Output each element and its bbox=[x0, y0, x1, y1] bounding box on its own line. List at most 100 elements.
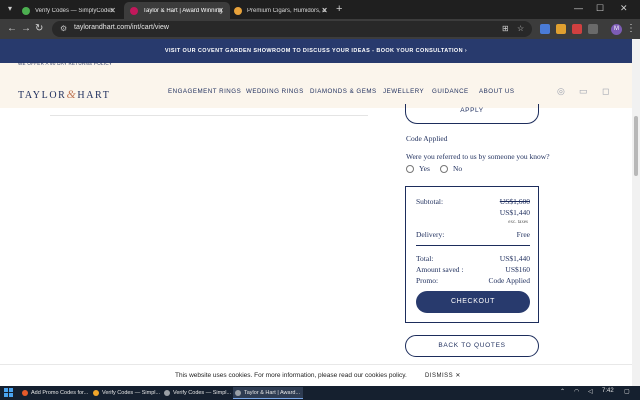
tab-title: Verify Codes — SimplyCodes bbox=[35, 7, 114, 14]
radio-circle-icon[interactable] bbox=[406, 164, 414, 173]
logo-text-right: HART bbox=[77, 90, 111, 101]
delivery-row: Delivery: Free bbox=[416, 230, 530, 239]
content-divider bbox=[50, 115, 368, 116]
scrollbar-thumb[interactable] bbox=[634, 116, 638, 176]
app-icon bbox=[93, 390, 99, 396]
minimize-icon[interactable]: — bbox=[574, 3, 583, 13]
logo-ampersand: & bbox=[66, 87, 78, 101]
total-value: US$1,440 bbox=[499, 254, 530, 263]
reload-icon[interactable]: ↻ bbox=[35, 23, 43, 34]
extension-icon[interactable] bbox=[572, 24, 582, 34]
address-bar[interactable]: ⚙ taylorandhart.com/int/cart/view ⊞ ☆ bbox=[52, 21, 532, 37]
maximize-icon[interactable]: ☐ bbox=[596, 3, 604, 14]
taskbar-item-active[interactable]: Taylor & Hart | Award... bbox=[233, 387, 303, 399]
close-tab-icon[interactable]: ✕ bbox=[217, 6, 224, 15]
taskbar-item[interactable]: Verify Codes — Simpl... bbox=[162, 387, 231, 399]
close-icon[interactable]: ✕ bbox=[455, 373, 461, 379]
network-icon[interactable]: ◠ bbox=[574, 388, 579, 395]
close-window-icon[interactable]: ✕ bbox=[620, 3, 628, 14]
promo-banner[interactable]: VISIT OUR COVENT GARDEN SHOWROOM TO DISC… bbox=[0, 39, 632, 63]
account-icon[interactable]: ◎ bbox=[557, 86, 565, 97]
chat-icon[interactable]: ▭ bbox=[579, 86, 588, 97]
cookie-banner: This website uses cookies. For more info… bbox=[0, 364, 632, 386]
volume-icon[interactable]: ◁ bbox=[588, 388, 593, 395]
page-scrollbar[interactable] bbox=[632, 39, 640, 386]
returns-policy-note: WE OFFER A 90 DAY RETURNS POLICY bbox=[18, 61, 113, 66]
new-tab-plus-icon[interactable]: + bbox=[336, 3, 342, 15]
radio-circle-icon[interactable] bbox=[440, 164, 448, 173]
apply-code-button[interactable]: APPLY bbox=[405, 104, 539, 124]
taskbar-item[interactable]: Add Promo Codes for... bbox=[20, 387, 88, 399]
browser-tab-active[interactable]: Taylor & Hart | Award Winning ✕ bbox=[124, 2, 230, 19]
browser-toolbar: ← → ↻ ⚙ taylorandhart.com/int/cart/view … bbox=[0, 19, 640, 39]
extension-icon[interactable] bbox=[540, 24, 550, 34]
windows-start-icon[interactable] bbox=[4, 388, 14, 398]
profile-avatar[interactable]: M bbox=[611, 24, 622, 35]
nav-wedding-rings[interactable]: WEDDING RINGS bbox=[246, 88, 304, 95]
favicon-icon bbox=[22, 6, 30, 15]
promo-label: Promo: bbox=[416, 276, 439, 285]
clock[interactable]: 7:42 bbox=[602, 388, 614, 394]
taskbar-item-label: Taylor & Hart | Award... bbox=[244, 390, 301, 396]
logo-text-left: TAYLOR bbox=[18, 90, 67, 101]
browser-tab[interactable]: Premium Cigars, Humidors, & Pi ✕ bbox=[228, 2, 334, 19]
delivery-value: Free bbox=[516, 230, 530, 239]
notification-icon[interactable]: ▢ bbox=[624, 388, 630, 395]
amount-saved-row: Amount saved : US$160 bbox=[416, 265, 530, 274]
translate-icon[interactable]: ⊞ bbox=[502, 24, 509, 33]
browser-tab-strip: ▾ Verify Codes — SimplyCodes ✕ Taylor & … bbox=[0, 0, 640, 19]
tab-title: Premium Cigars, Humidors, & Pi bbox=[247, 7, 328, 14]
code-applied-text: Code Applied bbox=[406, 134, 448, 143]
order-summary-box: Subtotal: US$1,600 US$1,440 exc. taxes D… bbox=[405, 186, 539, 323]
bag-icon[interactable]: ◻ bbox=[602, 86, 609, 97]
tray-chevron-icon[interactable]: ⌃ bbox=[560, 388, 565, 395]
url-text[interactable]: taylorandhart.com/int/cart/view bbox=[74, 24, 169, 31]
extensions-puzzle-icon[interactable] bbox=[588, 24, 598, 34]
amount-saved-label: Amount saved : bbox=[416, 265, 464, 274]
extension-icon[interactable] bbox=[556, 24, 566, 34]
taskbar-item-label: Verify Codes — Simpl... bbox=[102, 390, 161, 396]
os-taskbar: Add Promo Codes for... Verify Codes — Si… bbox=[0, 386, 640, 400]
total-row: Total: US$1,440 bbox=[416, 254, 530, 263]
close-tab-icon[interactable]: ✕ bbox=[109, 6, 116, 15]
browser-tab[interactable]: Verify Codes — SimplyCodes ✕ bbox=[16, 2, 122, 19]
summary-divider bbox=[416, 245, 530, 246]
taskbar-item[interactable]: Verify Codes — Simpl... bbox=[91, 387, 161, 399]
site-logo[interactable]: TAYLOR&HART bbox=[18, 87, 110, 102]
radio-label-no: No bbox=[453, 164, 463, 173]
nav-engagement-rings[interactable]: ENGAGEMENT RINGS bbox=[168, 88, 241, 95]
cookie-message: This website uses cookies. For more info… bbox=[175, 372, 407, 379]
dismiss-label[interactable]: DISMISS bbox=[425, 373, 453, 379]
app-icon bbox=[164, 390, 170, 396]
subtotal-discounted-price: US$1,440 bbox=[499, 208, 530, 217]
menu-kebab-icon[interactable]: ⋮ bbox=[626, 23, 636, 34]
nav-about-us[interactable]: ABOUT US bbox=[479, 88, 515, 95]
app-icon bbox=[235, 390, 241, 396]
back-to-quotes-button[interactable]: BACK TO QUOTES bbox=[405, 335, 539, 357]
promo-value: Code Applied bbox=[488, 276, 530, 285]
total-label: Total: bbox=[416, 254, 434, 263]
subtotal-label: Subtotal: bbox=[416, 197, 444, 206]
dismiss-cookie-button[interactable]: DISMISS ✕ bbox=[425, 372, 461, 379]
site-info-icon[interactable]: ⚙ bbox=[60, 24, 67, 33]
nav-diamonds-gems[interactable]: DIAMONDS & GEMS bbox=[310, 88, 377, 95]
subtotal-original-price: US$1,600 bbox=[499, 197, 530, 206]
bookmark-star-icon[interactable]: ☆ bbox=[517, 24, 524, 33]
nav-jewellery[interactable]: JEWELLERY bbox=[383, 88, 424, 95]
tab-search-icon[interactable]: ▾ bbox=[8, 4, 12, 13]
forward-arrow-icon[interactable]: → bbox=[21, 23, 31, 34]
close-tab-icon[interactable]: ✕ bbox=[321, 6, 328, 15]
subtotal-row: Subtotal: US$1,600 bbox=[416, 197, 530, 206]
referral-question: Were you referred to us by someone you k… bbox=[406, 152, 550, 161]
referral-yes-radio[interactable]: Yes bbox=[406, 164, 430, 173]
tab-title: Taylor & Hart | Award Winning bbox=[143, 7, 223, 14]
nav-guidance[interactable]: GUIDANCE bbox=[432, 88, 469, 95]
app-icon bbox=[22, 390, 28, 396]
taskbar-item-label: Add Promo Codes for... bbox=[31, 390, 89, 396]
delivery-label: Delivery: bbox=[416, 230, 445, 239]
tax-note: exc. taxes bbox=[508, 220, 528, 225]
favicon-icon bbox=[130, 6, 138, 15]
back-arrow-icon[interactable]: ← bbox=[7, 23, 17, 34]
referral-no-radio[interactable]: No bbox=[440, 164, 462, 173]
checkout-button[interactable]: CHECKOUT bbox=[416, 291, 530, 313]
